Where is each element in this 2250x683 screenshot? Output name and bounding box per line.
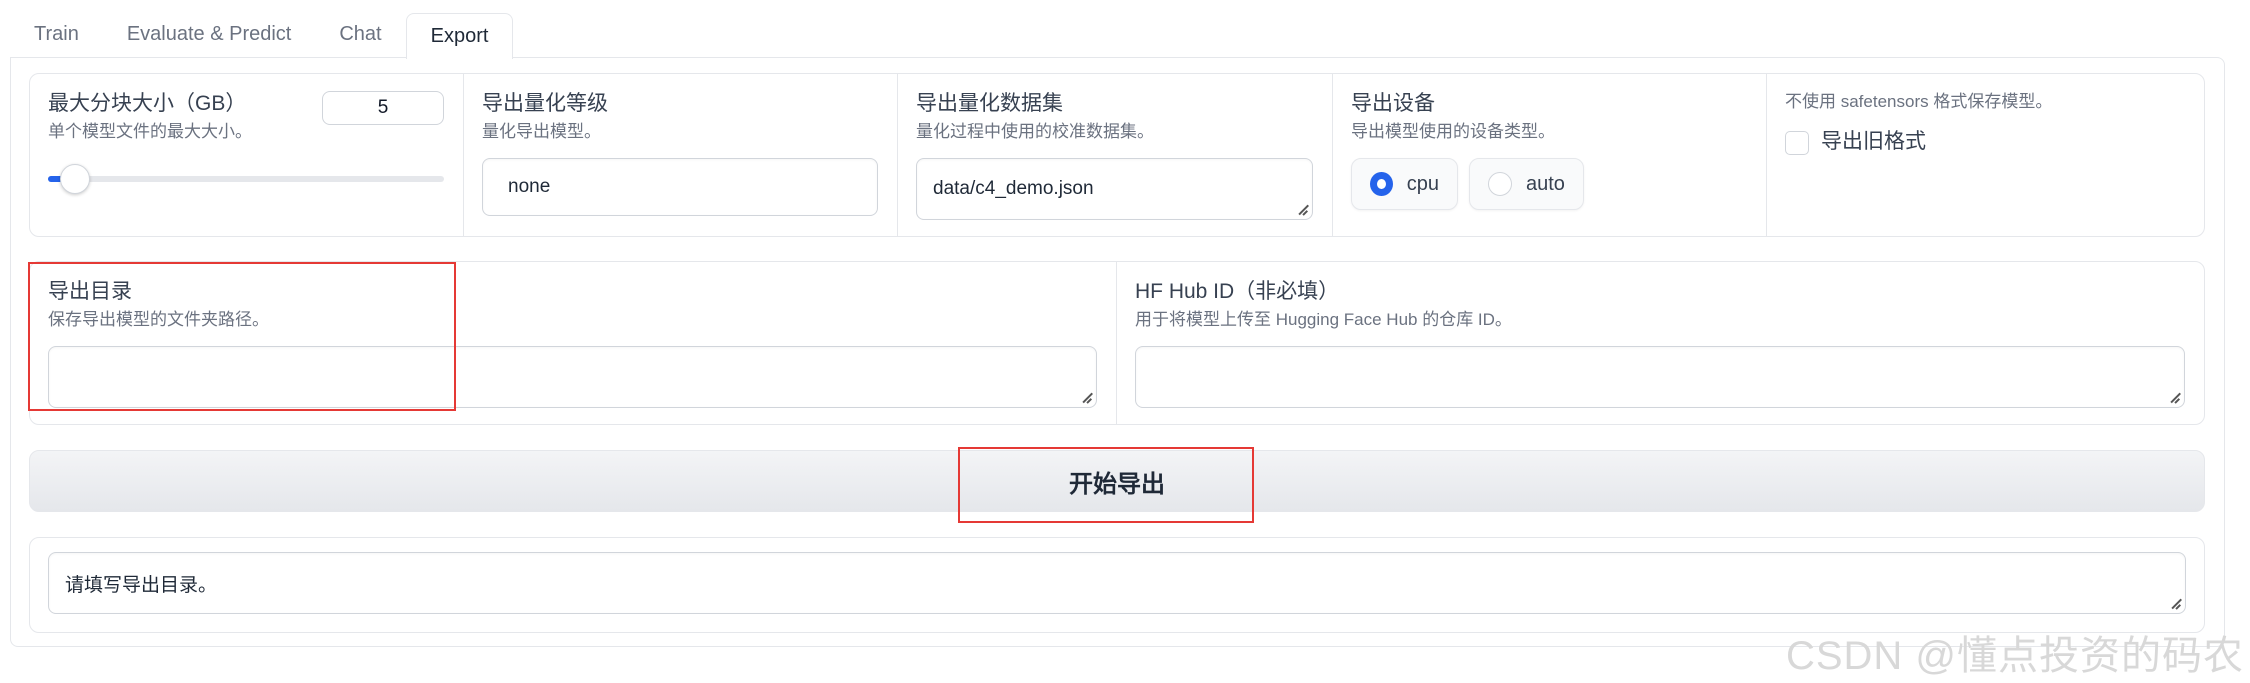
resize-handle-icon[interactable]	[2169, 597, 2181, 609]
quantization-dataset-input[interactable]: data/c4_demo.json	[916, 158, 1313, 220]
resize-handle-icon[interactable]	[1080, 391, 1092, 403]
quantization-bit-info: 量化导出模型。	[482, 122, 601, 141]
export-legacy-format-label: 导出旧格式	[1821, 130, 1926, 153]
max-shard-size-slider[interactable]	[48, 164, 444, 194]
tab-chat[interactable]: Chat	[315, 10, 405, 58]
export-dir-highlight	[28, 262, 456, 411]
export-legacy-format-checkbox[interactable]	[1785, 131, 1809, 155]
resize-handle-icon[interactable]	[1296, 203, 1308, 215]
settings-row: 最大分块大小（GB） 单个模型文件的最大大小。 5 导出量化等级 量化导出模型。…	[29, 73, 2205, 237]
hub-id-field: HF Hub ID（非必填） 用于将模型上传至 Hugging Face Hub…	[1117, 262, 2204, 424]
max-shard-size-field: 最大分块大小（GB） 单个模型文件的最大大小。 5	[30, 74, 464, 236]
export-device-field: 导出设备 导出模型使用的设备类型。 cpu auto	[1333, 74, 1767, 236]
resize-handle-icon[interactable]	[2168, 391, 2180, 403]
hub-id-label: HF Hub ID（非必填）	[1135, 280, 1340, 303]
export-legacy-format-field: 不使用 safetensors 格式保存模型。 导出旧格式	[1767, 74, 2204, 236]
device-option-cpu-label: cpu	[1406, 172, 1439, 195]
output-box[interactable]: 请填写导出目录。	[48, 552, 2186, 614]
tab-train[interactable]: Train	[10, 10, 103, 58]
output-row: 请填写导出目录。	[29, 537, 2205, 633]
device-option-auto-label: auto	[1526, 172, 1565, 195]
export-device-info: 导出模型使用的设备类型。	[1351, 122, 1555, 141]
output-text: 请填写导出目录。	[65, 574, 218, 596]
quantization-dataset-label: 导出量化数据集	[916, 92, 1063, 115]
export-legacy-format-info: 不使用 safetensors 格式保存模型。	[1785, 92, 2053, 111]
quantization-dataset-value: data/c4_demo.json	[933, 178, 1094, 199]
quantization-dataset-field: 导出量化数据集 量化过程中使用的校准数据集。 data/c4_demo.json	[898, 74, 1333, 236]
radio-unselected-icon	[1488, 172, 1512, 196]
tab-evaluate-predict[interactable]: Evaluate & Predict	[103, 10, 316, 58]
hub-id-input[interactable]	[1135, 346, 2185, 408]
hub-id-info: 用于将模型上传至 Hugging Face Hub 的仓库 ID。	[1135, 310, 1512, 329]
max-shard-size-input[interactable]: 5	[322, 91, 444, 125]
tab-export[interactable]: Export	[405, 13, 514, 59]
slider-thumb[interactable]	[60, 164, 90, 194]
quantization-bit-field: 导出量化等级 量化导出模型。 none	[464, 74, 898, 236]
quantization-bit-label: 导出量化等级	[482, 92, 608, 115]
quantization-dataset-info: 量化过程中使用的校准数据集。	[916, 122, 1154, 141]
device-option-cpu[interactable]: cpu	[1351, 158, 1458, 210]
watermark: CSDN @懂点投资的码农	[1785, 634, 2244, 678]
device-option-auto[interactable]: auto	[1469, 158, 1584, 210]
export-device-label: 导出设备	[1351, 92, 1435, 115]
radio-selected-icon	[1370, 172, 1393, 196]
export-button-highlight	[958, 447, 1254, 523]
quantization-bit-dropdown[interactable]: none	[482, 158, 878, 216]
tab-bar: Train Evaluate & Predict Chat Export	[10, 0, 514, 59]
